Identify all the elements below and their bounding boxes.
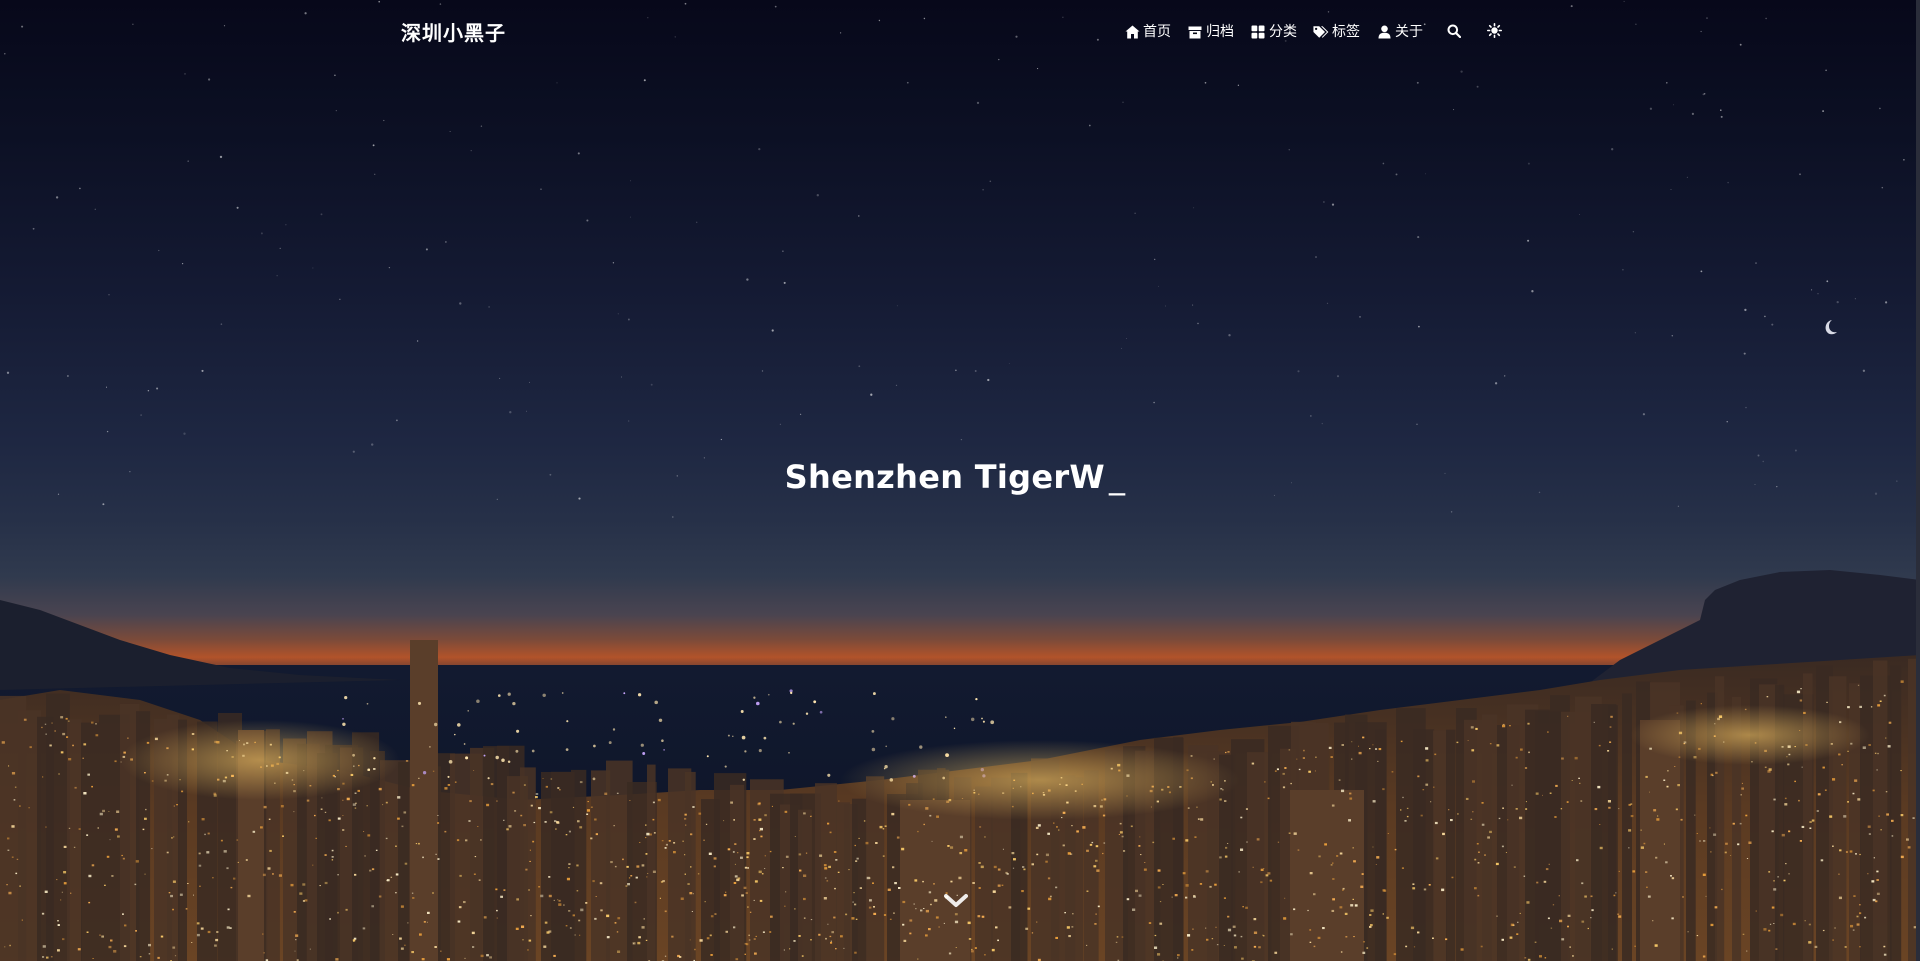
nav-item-label: 首页 — [1143, 24, 1171, 40]
typing-cursor: _ — [1109, 458, 1126, 496]
page: 深圳小黑子 首页 归档 分类 标签 关于 Shenzhen TigerW _ — [0, 0, 1920, 961]
nav-item-label: 归档 — [1206, 24, 1234, 40]
category-icon — [1250, 24, 1266, 40]
chevron-down-icon — [944, 893, 968, 913]
site-header: 深圳小黑子 首页 归档 分类 标签 关于 — [0, 0, 1920, 66]
archive-icon — [1187, 24, 1203, 40]
search-icon — [1447, 23, 1462, 42]
home-icon — [1124, 24, 1140, 40]
nav-item-label: 分类 — [1269, 24, 1297, 40]
tags-icon — [1313, 24, 1329, 40]
nav-item-label: 关于 — [1395, 24, 1423, 40]
sun-icon — [1486, 22, 1502, 42]
user-icon — [1376, 24, 1392, 40]
theme-toggle-button[interactable] — [1483, 21, 1505, 43]
nav-item-archive[interactable]: 归档 — [1187, 20, 1234, 44]
nav-item-label: 标签 — [1332, 24, 1360, 40]
crescent-moon-icon — [1818, 316, 1842, 340]
nav-item-categories[interactable]: 分类 — [1250, 20, 1297, 44]
nav-item-home[interactable]: 首页 — [1124, 20, 1171, 44]
main-nav: 首页 归档 分类 标签 关于 — [1124, 20, 1519, 44]
nav-item-about[interactable]: 关于 — [1376, 20, 1423, 44]
hero-title: Shenzhen TigerW _ — [0, 452, 1910, 502]
site-logo[interactable]: 深圳小黑子 — [401, 19, 506, 47]
nav-item-tags[interactable]: 标签 — [1313, 20, 1360, 44]
search-button[interactable] — [1443, 21, 1465, 43]
scrollbar[interactable] — [1916, 0, 1920, 961]
scroll-down-button[interactable] — [943, 893, 969, 913]
hero-title-text: Shenzhen TigerW — [784, 458, 1105, 496]
